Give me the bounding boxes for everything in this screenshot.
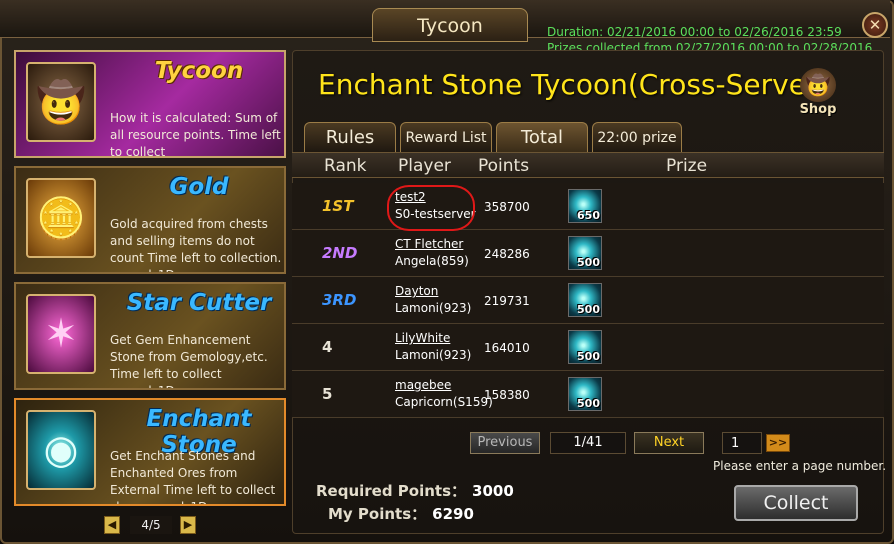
category-list: 🤠 Tycoon How it is calculated: Sum of al… — [14, 50, 286, 515]
window-title: Tycoon — [372, 8, 528, 42]
category-name: Tycoon — [154, 58, 244, 84]
enchant-stone-prize-icon[interactable]: 500 — [568, 330, 602, 364]
cowboy-portrait-icon: 🤠 — [26, 62, 96, 142]
rank-label: 4 — [322, 338, 333, 356]
player-server: Lamoni(923) — [395, 301, 472, 315]
required-points: Required Points： 3000 — [316, 480, 514, 501]
player-server: Capricorn(S159) — [395, 395, 493, 409]
page-indicator: 1/41 — [550, 432, 626, 454]
previous-button[interactable]: Previous — [470, 432, 540, 454]
table-row: 5 magebee Capricorn(S159) 158380 500 — [292, 371, 884, 418]
header-prize: Prize — [666, 156, 708, 176]
enchant-stone-prize-icon[interactable]: 650 — [568, 189, 602, 223]
category-desc: Get Enchant Stones and Enchanted Ores fr… — [110, 449, 276, 504]
player-name-link[interactable]: Dayton — [395, 284, 438, 298]
player-points: 158380 — [484, 388, 530, 402]
rank-label: 3RD — [322, 291, 357, 309]
category-enchant-stone[interactable]: ◉ Enchant Stone Get Enchant Stones and E… — [14, 398, 286, 506]
ranking-table: Rank Player Points Prize 1ST test2 S0-te… — [292, 152, 884, 420]
player-points: 248286 — [484, 247, 530, 261]
table-row: 2ND CT Fletcher Angela(859) 248286 500 — [292, 230, 884, 277]
rank-label: 5 — [322, 385, 333, 403]
category-star-cutter[interactable]: ✶ Star Cutter Get Gem Enhancement Stone … — [14, 282, 286, 390]
category-name: Gold — [169, 174, 229, 200]
header-rank: Rank — [324, 156, 367, 176]
event-duration: Duration: 02/21/2016 00:00 to 02/26/2016… — [547, 25, 842, 39]
pink-star-gem-icon: ✶ — [26, 294, 96, 374]
prize-quantity: 500 — [577, 397, 600, 410]
table-header: Rank Player Points Prize — [292, 152, 884, 178]
prize-quantity: 500 — [577, 303, 600, 316]
enchant-stone-prize-icon[interactable]: 500 — [568, 236, 602, 270]
shop-label: Shop — [799, 102, 837, 117]
annotation-circle — [387, 185, 475, 231]
required-points-label: Required Points： — [316, 482, 467, 500]
enchant-stone-prize-icon[interactable]: 500 — [568, 377, 602, 411]
category-tycoon[interactable]: 🤠 Tycoon How it is calculated: Sum of al… — [14, 50, 286, 158]
page-number-input[interactable] — [722, 432, 762, 454]
header-points: Points — [478, 156, 530, 176]
player-points: 358700 — [484, 200, 530, 214]
tab-rules[interactable]: Rules — [304, 122, 396, 152]
player-server: Angela(859) — [395, 254, 469, 268]
category-prev-arrow-icon[interactable]: ◀ — [104, 516, 120, 534]
tab-2200-prize[interactable]: 22:00 prize — [592, 122, 682, 152]
player-points: 219731 — [484, 294, 530, 308]
merchant-icon: 🤠 — [800, 68, 836, 102]
required-points-value: 3000 — [472, 482, 514, 500]
player-name-link[interactable]: CT Fletcher — [395, 237, 463, 251]
table-row: 3RD Dayton Lamoni(923) 219731 500 — [292, 277, 884, 324]
go-to-page-button[interactable]: >> — [766, 434, 790, 452]
tab-total[interactable]: Total — [496, 122, 588, 152]
prize-quantity: 500 — [577, 350, 600, 363]
next-button[interactable]: Next — [634, 432, 704, 454]
category-name: Star Cutter — [126, 290, 272, 316]
category-gold[interactable]: 🪙 Gold Gold acquired from chests and sel… — [14, 166, 286, 274]
player-server: Lamoni(923) — [395, 348, 472, 362]
category-next-arrow-icon[interactable]: ▶ — [180, 516, 196, 534]
event-title: Enchant Stone Tycoon(Cross-Server) — [318, 68, 829, 101]
my-points-value: 6290 — [432, 505, 474, 523]
header-player: Player — [398, 156, 451, 176]
rank-label: 2ND — [322, 244, 358, 262]
prize-quantity: 500 — [577, 256, 600, 269]
shop-button[interactable]: 🤠 Shop — [796, 68, 840, 120]
player-name-link[interactable]: magebee — [395, 378, 451, 392]
tab-reward-list[interactable]: Reward List — [400, 122, 492, 152]
category-desc: How it is calculated: Sum of all resourc… — [110, 111, 281, 158]
prize-quantity: 650 — [577, 209, 600, 222]
page-hint: Please enter a page number. — [713, 459, 887, 473]
my-points: My Points： 6290 — [328, 503, 474, 524]
player-points: 164010 — [484, 341, 530, 355]
enchant-stone-prize-icon[interactable]: 500 — [568, 283, 602, 317]
table-row: 1ST test2 S0-testserver 358700 650 — [292, 183, 884, 230]
rank-label: 1ST — [322, 197, 354, 215]
category-desc: Gold acquired from chests and selling it… — [110, 217, 282, 272]
table-row: 4 LilyWhite Lamoni(923) 164010 500 — [292, 324, 884, 371]
close-button[interactable]: ✕ — [862, 12, 888, 38]
category-page-indicator: 4/5 — [130, 516, 172, 534]
category-pager: ◀ 4/5 ▶ — [104, 516, 196, 534]
player-name-link[interactable]: LilyWhite — [395, 331, 450, 345]
collect-button[interactable]: Collect — [734, 485, 858, 521]
category-desc: Get Gem Enhancement Stone from Gemology,… — [110, 333, 268, 388]
my-points-label: My Points： — [328, 505, 427, 523]
enchant-stone-icon: ◉ — [26, 410, 96, 490]
gold-coin-icon: 🪙 — [26, 178, 96, 258]
